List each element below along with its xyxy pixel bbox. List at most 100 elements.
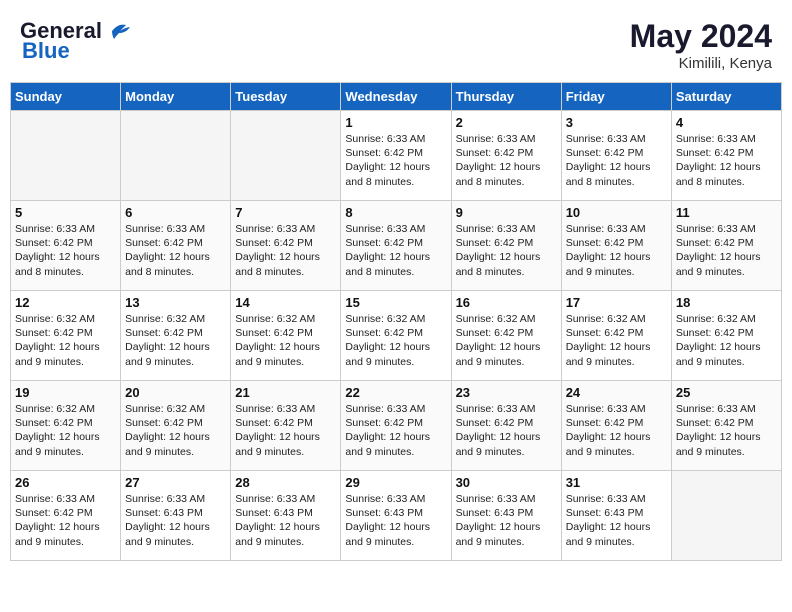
calendar-cell: 29 Sunrise: 6:33 AMSunset: 6:43 PMDayligh…	[341, 471, 451, 561]
logo: General Blue	[20, 18, 134, 64]
day-info: Sunrise: 6:33 AMSunset: 6:42 PMDaylight:…	[456, 132, 557, 189]
day-info: Sunrise: 6:32 AMSunset: 6:42 PMDaylight:…	[15, 312, 116, 369]
calendar-cell: 21 Sunrise: 6:33 AMSunset: 6:42 PMDayligh…	[231, 381, 341, 471]
page-header: General Blue May 2024 Kimilili, Kenya	[10, 10, 782, 78]
calendar-cell: 8 Sunrise: 6:33 AMSunset: 6:42 PMDaylight…	[341, 201, 451, 291]
calendar-cell	[121, 111, 231, 201]
dow-thursday: Thursday	[451, 83, 561, 111]
day-number: 1	[345, 115, 446, 130]
calendar-cell: 12 Sunrise: 6:32 AMSunset: 6:42 PMDayligh…	[11, 291, 121, 381]
day-number: 9	[456, 205, 557, 220]
dow-sunday: Sunday	[11, 83, 121, 111]
calendar-cell: 13 Sunrise: 6:32 AMSunset: 6:42 PMDayligh…	[121, 291, 231, 381]
calendar-cell: 5 Sunrise: 6:33 AMSunset: 6:42 PMDaylight…	[11, 201, 121, 291]
day-number: 12	[15, 295, 116, 310]
day-info: Sunrise: 6:33 AMSunset: 6:42 PMDaylight:…	[345, 222, 446, 279]
week-row-4: 19Sunrise: 6:32 AMSunset: 6:42 PMDayligh…	[11, 381, 782, 471]
day-number: 16	[456, 295, 557, 310]
calendar-cell: 31 Sunrise: 6:33 AMSunset: 6:43 PMDayligh…	[561, 471, 671, 561]
calendar-cell: 23 Sunrise: 6:33 AMSunset: 6:42 PMDayligh…	[451, 381, 561, 471]
calendar-cell: 30Sunrise: 6:33 AMSunset: 6:43 PMDayligh…	[451, 471, 561, 561]
day-info: Sunrise: 6:33 AMSunset: 6:42 PMDaylight:…	[235, 222, 336, 279]
calendar-cell: 20 Sunrise: 6:32 AMSunset: 6:42 PMDayligh…	[121, 381, 231, 471]
day-info: Sunrise: 6:33 AMSunset: 6:43 PMDaylight:…	[125, 492, 226, 549]
day-info: Sunrise: 6:33 AMSunset: 6:42 PMDaylight:…	[456, 402, 557, 459]
calendar-cell	[11, 111, 121, 201]
day-info: Sunrise: 6:32 AMSunset: 6:42 PMDaylight:…	[15, 402, 116, 459]
day-info: Sunrise: 6:32 AMSunset: 6:42 PMDaylight:…	[566, 312, 667, 369]
location-subtitle: Kimilili, Kenya	[630, 55, 772, 72]
calendar-cell: 1 Sunrise: 6:33 AMSunset: 6:42 PMDaylight…	[341, 111, 451, 201]
day-number: 29	[345, 475, 446, 490]
day-number: 27	[125, 475, 226, 490]
week-row-2: 5 Sunrise: 6:33 AMSunset: 6:42 PMDaylight…	[11, 201, 782, 291]
day-number: 10	[566, 205, 667, 220]
day-number: 23	[456, 385, 557, 400]
calendar-cell: 2 Sunrise: 6:33 AMSunset: 6:42 PMDaylight…	[451, 111, 561, 201]
day-number: 6	[125, 205, 226, 220]
day-number: 31	[566, 475, 667, 490]
logo-blue-text: Blue	[22, 38, 70, 64]
dow-wednesday: Wednesday	[341, 83, 451, 111]
day-info: Sunrise: 6:33 AMSunset: 6:42 PMDaylight:…	[676, 402, 777, 459]
day-info: Sunrise: 6:33 AMSunset: 6:42 PMDaylight:…	[15, 222, 116, 279]
week-row-5: 26Sunrise: 6:33 AMSunset: 6:42 PMDayligh…	[11, 471, 782, 561]
day-info: Sunrise: 6:33 AMSunset: 6:42 PMDaylight:…	[345, 402, 446, 459]
day-number: 17	[566, 295, 667, 310]
calendar-cell: 14Sunrise: 6:32 AMSunset: 6:42 PMDayligh…	[231, 291, 341, 381]
calendar-cell	[231, 111, 341, 201]
month-year-title: May 2024	[630, 18, 772, 55]
day-number: 5	[15, 205, 116, 220]
day-number: 7	[235, 205, 336, 220]
calendar-cell: 10 Sunrise: 6:33 AMSunset: 6:42 PMDayligh…	[561, 201, 671, 291]
day-info: Sunrise: 6:32 AMSunset: 6:42 PMDaylight:…	[125, 402, 226, 459]
calendar-cell: 4Sunrise: 6:33 AMSunset: 6:42 PMDaylight…	[671, 111, 781, 201]
day-info: Sunrise: 6:33 AMSunset: 6:43 PMDaylight:…	[566, 492, 667, 549]
calendar-cell: 24Sunrise: 6:33 AMSunset: 6:42 PMDayligh…	[561, 381, 671, 471]
calendar-cell: 26Sunrise: 6:33 AMSunset: 6:42 PMDayligh…	[11, 471, 121, 561]
calendar-cell: 9 Sunrise: 6:33 AMSunset: 6:42 PMDaylight…	[451, 201, 561, 291]
day-info: Sunrise: 6:33 AMSunset: 6:42 PMDaylight:…	[456, 222, 557, 279]
day-number: 30	[456, 475, 557, 490]
calendar-table: SundayMondayTuesdayWednesdayThursdayFrid…	[10, 82, 782, 561]
day-info: Sunrise: 6:33 AMSunset: 6:42 PMDaylight:…	[566, 222, 667, 279]
calendar-cell: 18 Sunrise: 6:32 AMSunset: 6:42 PMDayligh…	[671, 291, 781, 381]
day-number: 26	[15, 475, 116, 490]
day-number: 2	[456, 115, 557, 130]
day-info: Sunrise: 6:32 AMSunset: 6:42 PMDaylight:…	[125, 312, 226, 369]
day-info: Sunrise: 6:33 AMSunset: 6:42 PMDaylight:…	[235, 402, 336, 459]
day-number: 18	[676, 295, 777, 310]
calendar-cell: 16 Sunrise: 6:32 AMSunset: 6:42 PMDayligh…	[451, 291, 561, 381]
day-of-week-header-row: SundayMondayTuesdayWednesdayThursdayFrid…	[11, 83, 782, 111]
calendar-cell: 15 Sunrise: 6:32 AMSunset: 6:42 PMDayligh…	[341, 291, 451, 381]
day-number: 28	[235, 475, 336, 490]
calendar-cell: 11Sunrise: 6:33 AMSunset: 6:42 PMDayligh…	[671, 201, 781, 291]
day-info: Sunrise: 6:32 AMSunset: 6:42 PMDaylight:…	[676, 312, 777, 369]
day-info: Sunrise: 6:33 AMSunset: 6:42 PMDaylight:…	[676, 132, 777, 189]
calendar-cell: 6 Sunrise: 6:33 AMSunset: 6:42 PMDaylight…	[121, 201, 231, 291]
day-info: Sunrise: 6:33 AMSunset: 6:42 PMDaylight:…	[566, 132, 667, 189]
day-info: Sunrise: 6:32 AMSunset: 6:42 PMDaylight:…	[345, 312, 446, 369]
day-number: 8	[345, 205, 446, 220]
day-number: 13	[125, 295, 226, 310]
dow-saturday: Saturday	[671, 83, 781, 111]
day-number: 20	[125, 385, 226, 400]
day-info: Sunrise: 6:33 AMSunset: 6:42 PMDaylight:…	[676, 222, 777, 279]
day-number: 21	[235, 385, 336, 400]
calendar-body: 1 Sunrise: 6:33 AMSunset: 6:42 PMDaylight…	[11, 111, 782, 561]
day-info: Sunrise: 6:33 AMSunset: 6:42 PMDaylight:…	[345, 132, 446, 189]
week-row-3: 12 Sunrise: 6:32 AMSunset: 6:42 PMDayligh…	[11, 291, 782, 381]
calendar-cell: 27 Sunrise: 6:33 AMSunset: 6:43 PMDayligh…	[121, 471, 231, 561]
day-info: Sunrise: 6:33 AMSunset: 6:43 PMDaylight:…	[345, 492, 446, 549]
day-info: Sunrise: 6:33 AMSunset: 6:42 PMDaylight:…	[125, 222, 226, 279]
logo-bird-icon	[104, 21, 134, 41]
dow-tuesday: Tuesday	[231, 83, 341, 111]
week-row-1: 1 Sunrise: 6:33 AMSunset: 6:42 PMDaylight…	[11, 111, 782, 201]
day-number: 22	[345, 385, 446, 400]
day-info: Sunrise: 6:32 AMSunset: 6:42 PMDaylight:…	[235, 312, 336, 369]
calendar-cell: 17 Sunrise: 6:32 AMSunset: 6:42 PMDayligh…	[561, 291, 671, 381]
calendar-cell: 7 Sunrise: 6:33 AMSunset: 6:42 PMDaylight…	[231, 201, 341, 291]
calendar-cell: 3Sunrise: 6:33 AMSunset: 6:42 PMDaylight…	[561, 111, 671, 201]
day-info: Sunrise: 6:32 AMSunset: 6:42 PMDaylight:…	[456, 312, 557, 369]
day-number: 15	[345, 295, 446, 310]
